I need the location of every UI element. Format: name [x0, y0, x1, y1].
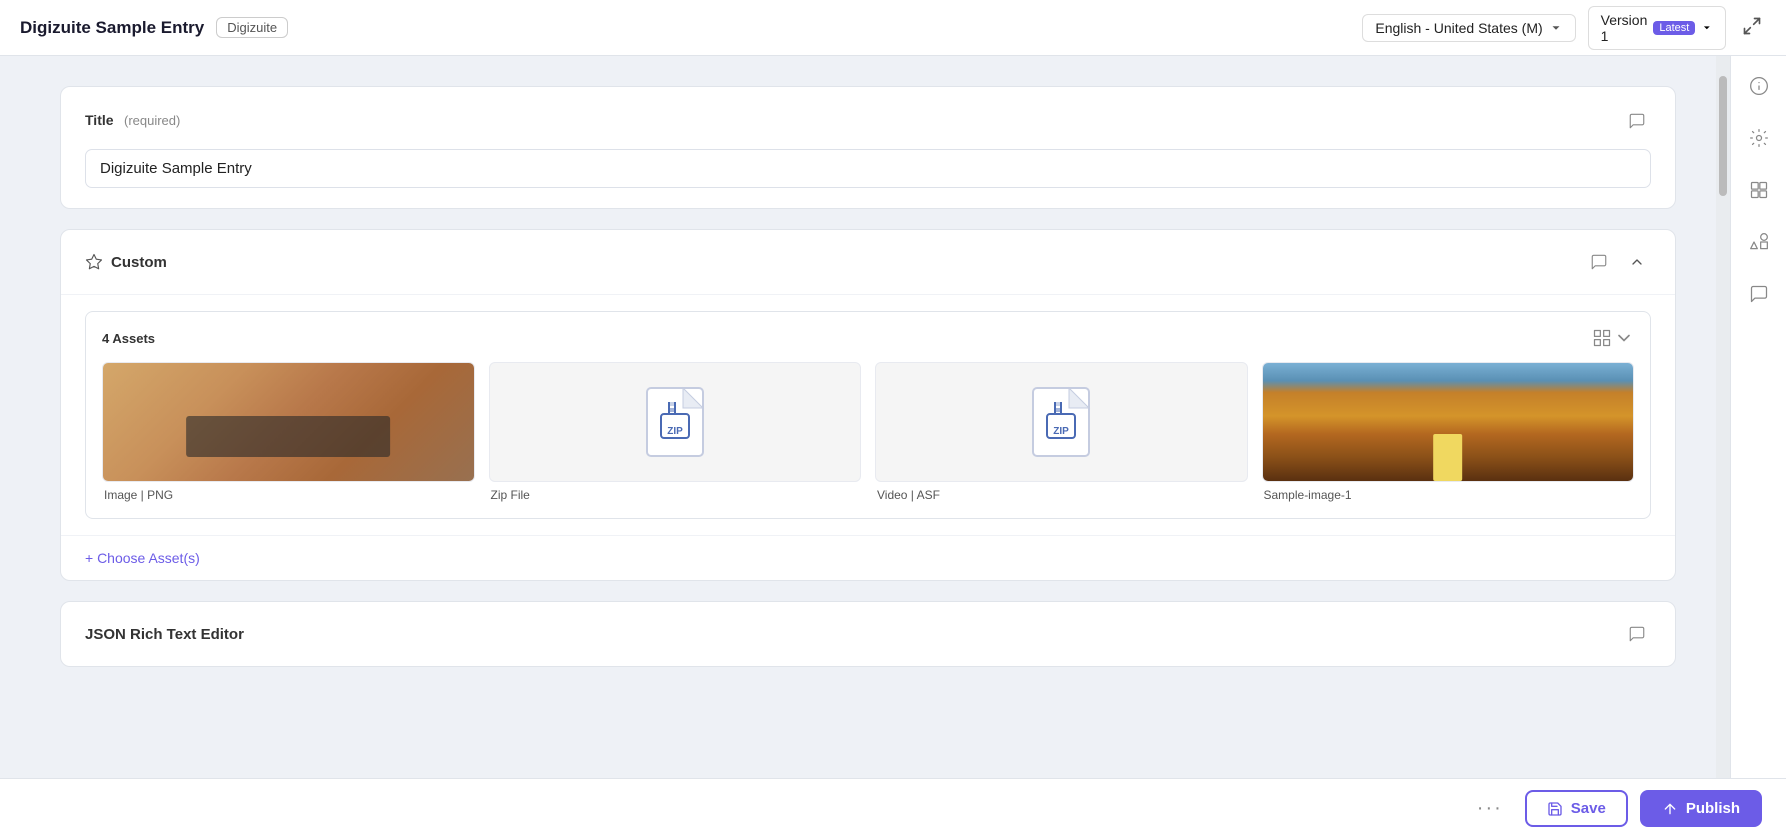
json-label: JSON Rich Text Editor — [85, 626, 244, 643]
title-comment-icon[interactable] — [1623, 107, 1651, 135]
title-label: Title — [85, 112, 114, 128]
assets-section: 4 Assets — [61, 295, 1675, 535]
comment-icon — [1628, 112, 1646, 130]
asset-thumbnail — [102, 362, 475, 482]
title-card-header: Title (required) — [85, 107, 1651, 135]
more-options-button[interactable]: ··· — [1467, 793, 1513, 824]
sidebar-shapes-icon[interactable] — [1743, 226, 1775, 258]
sidebar-settings-icon[interactable] — [1743, 122, 1775, 154]
laptop-image — [103, 363, 474, 481]
right-sidebar — [1730, 56, 1786, 778]
asset-item[interactable]: ZIP Video | ASF — [875, 362, 1248, 502]
fullscreen-button[interactable] — [1738, 12, 1766, 43]
page-title: Digizuite Sample Entry — [20, 18, 204, 38]
choose-assets-button[interactable]: + Choose Asset(s) — [61, 535, 1675, 580]
collapse-button[interactable] — [1623, 248, 1651, 276]
zip-icon: ZIP — [645, 386, 705, 458]
custom-comment-icon[interactable] — [1585, 248, 1613, 276]
asset-label: Image | PNG — [102, 488, 475, 502]
comment-icon — [1590, 253, 1608, 271]
language-selector[interactable]: English - United States (M) — [1362, 14, 1575, 42]
latest-badge: Latest — [1653, 21, 1695, 35]
asset-label: Video | ASF — [875, 488, 1248, 502]
zip-file-icon: ZIP — [645, 386, 705, 458]
dropdown-chevron-icon — [1614, 328, 1634, 348]
sidebar-info-icon[interactable] — [1743, 70, 1775, 102]
org-badge: Digizuite — [216, 17, 288, 38]
scrollbar[interactable] — [1716, 56, 1730, 778]
custom-label: Custom — [111, 254, 167, 271]
comment-icon — [1628, 625, 1646, 643]
footer-bar: ··· Save Publish — [0, 778, 1786, 838]
chevron-down-icon — [1549, 21, 1563, 35]
asset-item[interactable]: Image | PNG — [102, 362, 475, 502]
assets-grid: Image | PNG ZIP — [102, 362, 1634, 502]
custom-header-right — [1585, 248, 1651, 276]
save-icon — [1547, 801, 1563, 817]
sidebar-structure-icon[interactable] — [1743, 174, 1775, 206]
body-wrap: Title (required) Custom — [0, 56, 1786, 778]
custom-header-left: Custom — [85, 253, 167, 271]
collapse-icon — [1629, 254, 1645, 270]
assets-count: 4 Assets — [102, 331, 155, 346]
zip-icon: ZIP — [1031, 386, 1091, 458]
svg-text:ZIP: ZIP — [1053, 426, 1069, 437]
star-icon — [85, 253, 103, 271]
chevron-down-icon — [1701, 22, 1713, 34]
json-card-header: JSON Rich Text Editor — [61, 602, 1675, 666]
fullscreen-icon — [1742, 16, 1762, 36]
publish-label: Publish — [1686, 800, 1740, 817]
structure-icon — [1749, 180, 1769, 200]
version-selector[interactable]: Version 1 Latest — [1588, 6, 1726, 50]
asset-item[interactable]: Sample-image-1 — [1262, 362, 1635, 502]
info-icon — [1749, 76, 1769, 96]
main-content: Title (required) Custom — [0, 56, 1716, 778]
assets-header: 4 Assets — [102, 328, 1634, 348]
title-label-group: Title (required) — [85, 112, 180, 130]
asset-item[interactable]: ZIP Zip File — [489, 362, 862, 502]
custom-card-header: Custom — [61, 230, 1675, 295]
publish-icon — [1662, 801, 1678, 817]
json-comment-icon[interactable] — [1623, 620, 1651, 648]
choose-assets-label: + Choose Asset(s) — [85, 550, 200, 566]
save-label: Save — [1571, 800, 1606, 817]
asset-thumbnail: ZIP — [875, 362, 1248, 482]
settings-icon — [1749, 128, 1769, 148]
publish-button[interactable]: Publish — [1640, 790, 1762, 827]
shapes-icon — [1749, 232, 1769, 252]
version-label: Version 1 — [1601, 12, 1648, 44]
svg-text:ZIP: ZIP — [667, 426, 683, 437]
chat-icon — [1749, 284, 1769, 304]
asset-label: Sample-image-1 — [1262, 488, 1635, 502]
title-required: (required) — [124, 113, 180, 128]
grid-icon — [1592, 328, 1612, 348]
title-card: Title (required) — [60, 86, 1676, 209]
asset-label: Zip File — [489, 488, 862, 502]
asset-thumbnail — [1262, 362, 1635, 482]
title-input[interactable] — [85, 149, 1651, 188]
save-button[interactable]: Save — [1525, 790, 1628, 827]
zip-file-icon: ZIP — [1031, 386, 1091, 458]
grid-view-icon[interactable] — [1592, 328, 1634, 348]
scrollbar-thumb[interactable] — [1719, 76, 1727, 196]
assets-box: 4 Assets — [85, 311, 1651, 519]
header: Digizuite Sample Entry Digizuite English… — [0, 0, 1786, 56]
json-card: JSON Rich Text Editor — [60, 601, 1676, 667]
language-label: English - United States (M) — [1375, 20, 1542, 36]
custom-card: Custom — [60, 229, 1676, 581]
road-image — [1263, 363, 1634, 481]
asset-thumbnail: ZIP — [489, 362, 862, 482]
sidebar-chat-icon[interactable] — [1743, 278, 1775, 310]
